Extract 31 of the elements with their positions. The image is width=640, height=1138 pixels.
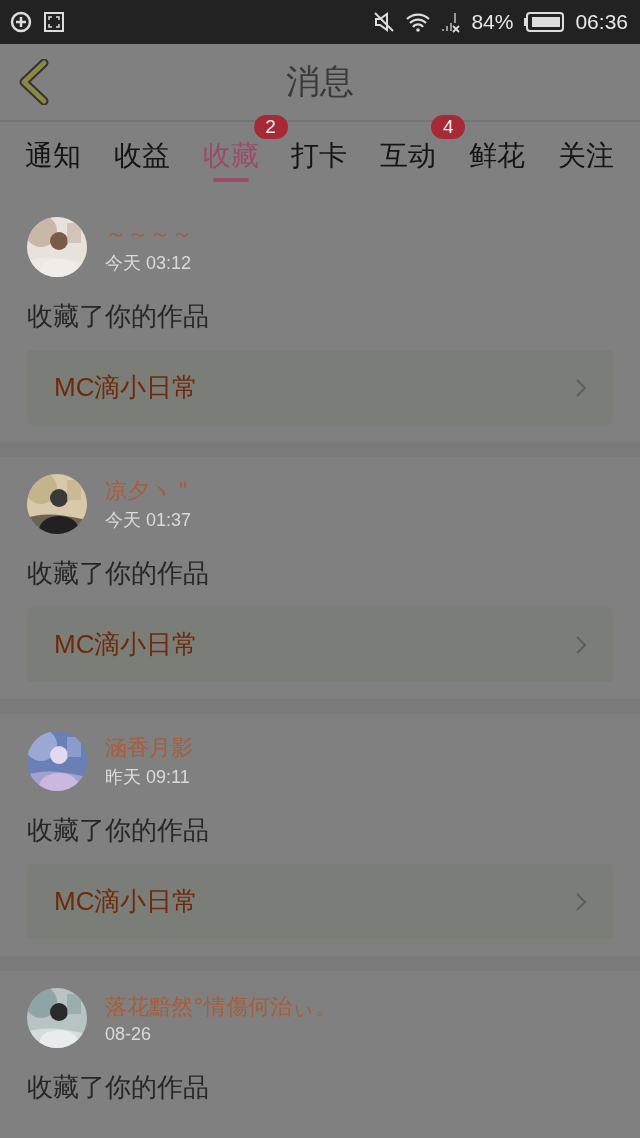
chevron-icon: [575, 377, 587, 398]
count-badge: 4: [431, 115, 466, 139]
signal-icon: [441, 11, 462, 33]
screenshot-icon: [44, 12, 64, 32]
message-time: 今天 03:12: [105, 252, 193, 275]
message-text: 收藏了你的作品: [27, 300, 210, 333]
battery-level: 84%: [471, 10, 514, 34]
message-text: 收藏了你的作品: [27, 1071, 210, 1104]
message-time: 昨天 09:11: [105, 766, 191, 789]
tab-indicator: [212, 178, 249, 182]
tab[interactable]: 收益: [113, 122, 170, 190]
location-icon: [10, 11, 32, 33]
wifi-icon: [405, 12, 432, 32]
clock: 06:36: [575, 10, 628, 34]
chevron-icon: [575, 634, 587, 655]
message-time: 08-26: [105, 1023, 153, 1045]
work-link[interactable]: MC滴小日常: [27, 607, 613, 682]
work-link[interactable]: MC滴小日常: [27, 350, 613, 425]
tab[interactable]: 打卡: [291, 122, 348, 190]
message-text: 收藏了你的作品: [27, 557, 210, 590]
message-time: 今天 01:37: [105, 509, 192, 532]
mute-icon: [373, 12, 396, 32]
tab[interactable]: 通知: [25, 122, 81, 190]
chevron-icon: [575, 891, 587, 912]
tab[interactable]: 鲜花: [469, 122, 526, 190]
page-title: 消息: [286, 61, 354, 101]
work-link[interactable]: MC滴小日常: [27, 864, 613, 939]
message-text: 收藏了你的作品: [27, 814, 210, 847]
count-badge: 2: [253, 115, 288, 139]
battery-icon: [523, 12, 566, 32]
tab[interactable]: 关注: [557, 122, 614, 190]
